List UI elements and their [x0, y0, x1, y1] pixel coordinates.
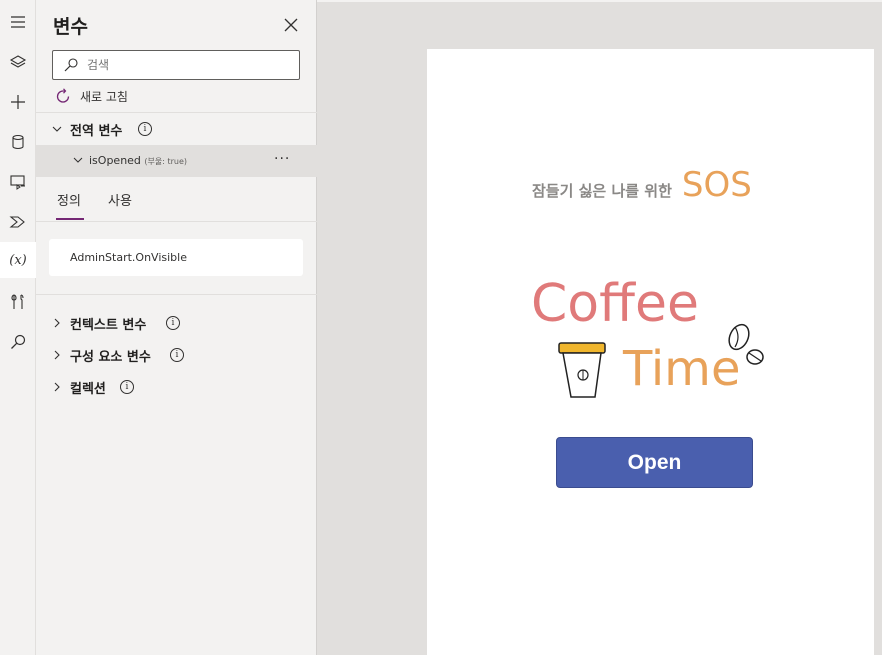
chevron-right-icon [54, 350, 60, 360]
search-input[interactable] [87, 55, 292, 75]
variable-row-isopened[interactable]: isOpened (부울: true) ··· [36, 145, 317, 177]
canvas-area: 잠들기 싫은 나를 위한 SOS Coffee Time Open [317, 0, 882, 655]
variable-name: isOpened (부울: true) [89, 154, 187, 167]
media-button[interactable] [0, 164, 36, 200]
tagline-accent: SOS [681, 165, 752, 205]
left-rail: (x) [0, 0, 36, 655]
search-button[interactable] [0, 324, 36, 360]
tree-view-button[interactable] [0, 44, 36, 80]
panel-title: 변수 [53, 16, 88, 38]
chevron-right-icon [54, 318, 60, 328]
power-automate-icon [9, 216, 25, 228]
variables-button[interactable]: (x) [0, 242, 36, 278]
chevron-down-icon [73, 157, 83, 163]
database-icon [12, 134, 24, 150]
canvas-top-border [317, 0, 882, 2]
logo-coffee-text: Coffee [531, 274, 699, 334]
section-label: 전역 변수 [70, 123, 123, 139]
section-collections[interactable]: 컬렉션 i [36, 373, 317, 401]
coffee-cup-icon [558, 342, 606, 398]
coffee-time-logo: Coffee Time [531, 274, 764, 398]
variables-icon: (x) [9, 252, 27, 268]
hamburger-menu-button[interactable] [0, 4, 36, 40]
info-icon[interactable]: i [166, 316, 180, 330]
layers-icon [9, 55, 27, 68]
tagline-text: 잠들기 싫은 나를 위한 [532, 182, 672, 200]
divider [36, 294, 317, 295]
more-options-icon[interactable]: ··· [274, 151, 290, 167]
search-box[interactable] [52, 50, 300, 80]
close-icon [284, 18, 298, 32]
chevron-right-icon [54, 382, 60, 392]
section-global-variables[interactable]: 전역 변수 i [36, 115, 317, 143]
refresh-button[interactable]: 새로 고침 [54, 86, 128, 106]
variables-panel: 변수 새로 고침 전역 변수 i isOpened (부울: true) ···… [36, 0, 317, 655]
info-icon[interactable]: i [138, 122, 152, 136]
section-label: 컬렉션 [70, 381, 106, 397]
chevron-down-icon [52, 126, 62, 132]
variable-name-text: isOpened [89, 154, 141, 167]
section-label: 구성 요소 변수 [70, 349, 151, 365]
section-context-variables[interactable]: 컨텍스트 변수 i [36, 309, 317, 337]
active-tab-indicator [56, 218, 84, 220]
tab-definition[interactable]: 정의 [57, 190, 81, 209]
data-button[interactable] [0, 124, 36, 160]
media-icon [10, 175, 25, 190]
plus-icon [11, 95, 25, 109]
section-component-variables[interactable]: 구성 요소 변수 i [36, 341, 317, 369]
search-icon [64, 58, 78, 72]
section-label: 컨텍스트 변수 [70, 317, 147, 333]
info-icon[interactable]: i [120, 380, 134, 394]
close-button[interactable] [282, 16, 300, 34]
logo-time-text: Time [622, 341, 740, 397]
advanced-tools-button[interactable] [0, 284, 36, 320]
variable-type: (부울: true) [144, 157, 188, 166]
app-screen[interactable]: 잠들기 싫은 나를 위한 SOS Coffee Time Open [427, 49, 874, 655]
tab-bar: 정의 사용 [36, 178, 317, 222]
tab-usage[interactable]: 사용 [108, 190, 132, 209]
tagline: 잠들기 싫은 나를 위한 SOS [532, 165, 752, 205]
tools-icon [11, 294, 24, 309]
refresh-icon [56, 88, 70, 103]
open-button[interactable]: Open [556, 437, 753, 488]
search-icon [11, 334, 26, 349]
insert-button[interactable] [0, 84, 36, 120]
app-window: (x) 변수 새로 고침 전역 변수 i [0, 0, 882, 655]
definition-text: AdminStart.OnVisible [70, 251, 187, 264]
definition-card[interactable]: AdminStart.OnVisible [49, 239, 303, 276]
info-icon[interactable]: i [170, 348, 184, 362]
refresh-label: 새로 고침 [80, 89, 128, 104]
divider [36, 112, 317, 113]
power-automate-button[interactable] [0, 204, 36, 240]
hamburger-icon [11, 16, 25, 28]
